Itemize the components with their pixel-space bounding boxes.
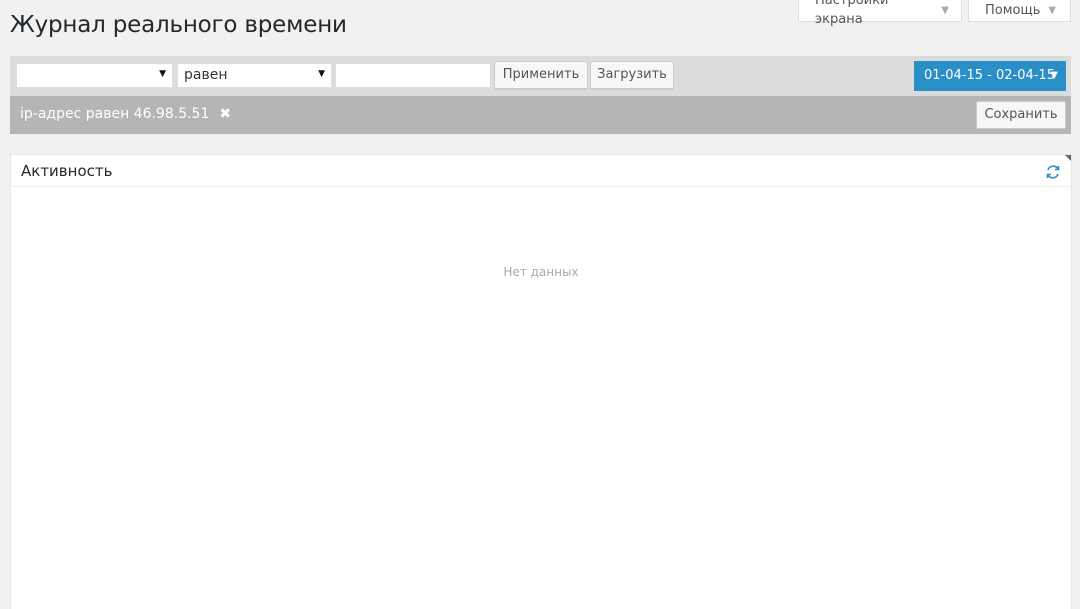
help-tab[interactable]: Помощь ▼	[968, 0, 1071, 22]
triangle-down-icon: ▼	[941, 4, 949, 16]
date-range-button[interactable]: 01-04-15 - 02-04-15 ▼	[914, 61, 1066, 91]
screen-options-tab[interactable]: Настройки экрана ▼	[798, 0, 962, 27]
filter-value-input[interactable]	[335, 63, 491, 88]
help-label: Помощь	[985, 2, 1041, 18]
date-range-label: 01-04-15 - 02-04-15	[924, 68, 1055, 83]
panel-header: Активность	[11, 155, 1071, 187]
operator-select[interactable]: равен ▼	[177, 63, 332, 88]
corner-toggle-icon[interactable]	[1065, 155, 1071, 161]
refresh-icon[interactable]	[1045, 164, 1061, 180]
load-button[interactable]: Загрузить	[590, 61, 674, 89]
activity-panel: Активность Нет данных	[10, 154, 1072, 609]
filter-chip-label: ip-адрес равен 46.98.5.51	[20, 106, 210, 122]
field-select[interactable]: ▼	[16, 63, 173, 88]
panel-title: Активность	[21, 162, 113, 180]
page-title: Журнал реального времени	[10, 12, 347, 38]
dropdown-arrow-icon: ▼	[159, 69, 166, 79]
save-button[interactable]: Сохранить	[976, 101, 1066, 129]
active-filter-bar: ip-адрес равен 46.98.5.51 ✖ Сохранить	[10, 96, 1071, 134]
operator-select-value: равен	[184, 67, 228, 83]
triangle-down-icon: ▼	[1048, 4, 1057, 16]
screen-options-label: Настройки экрана	[815, 0, 889, 27]
triangle-down-icon: ▼	[1050, 70, 1058, 81]
empty-message: Нет данных	[503, 265, 579, 279]
filter-bar: ▼ равен ▼ Применить Загрузить 01-04-15 -…	[10, 56, 1071, 96]
apply-button[interactable]: Применить	[494, 61, 588, 89]
dropdown-arrow-icon: ▼	[318, 69, 325, 79]
filter-chip: ip-адрес равен 46.98.5.51 ✖	[20, 106, 231, 122]
close-icon[interactable]: ✖	[219, 106, 231, 122]
